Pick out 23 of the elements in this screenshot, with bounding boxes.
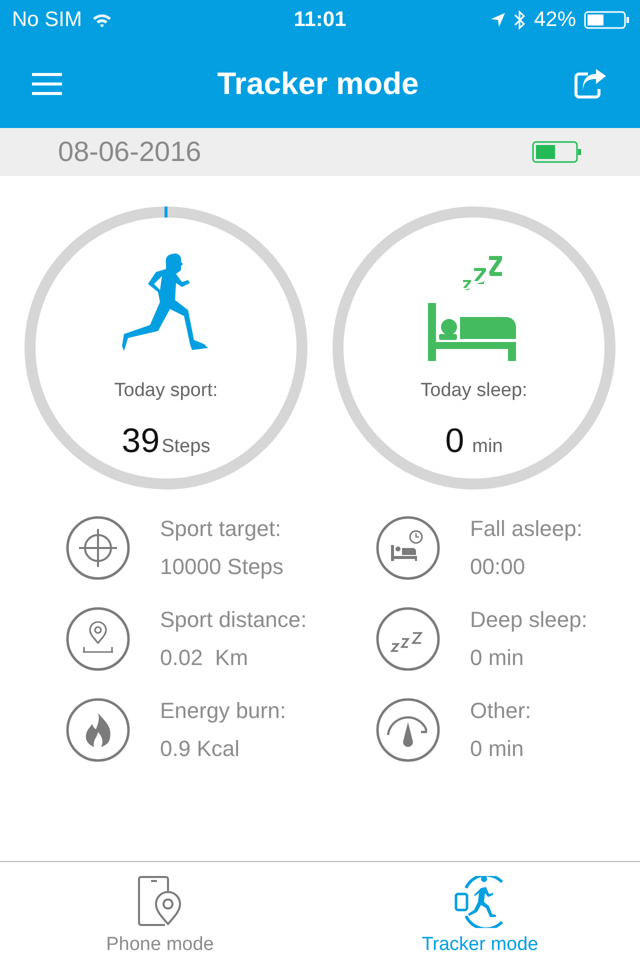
stat-value: 10000 Steps xyxy=(160,554,284,580)
stat-label: Other: xyxy=(470,698,532,724)
stat-label: Energy burn: xyxy=(160,698,286,724)
date-text: 08-06-2016 xyxy=(58,136,202,168)
stat-value: 0.9 Kcal xyxy=(160,736,240,762)
value-text: 39 xyxy=(122,422,160,461)
battery-percent-text: 42% xyxy=(534,8,576,32)
unit-text: min xyxy=(472,436,503,458)
value-text: 0 xyxy=(445,422,464,461)
stat-value: 0.02 Km xyxy=(160,645,250,671)
stat-label: Sport distance: xyxy=(160,607,307,633)
stat-label: Fall asleep: xyxy=(470,516,583,542)
unit-text: Steps xyxy=(162,436,210,458)
ring-label: Today sleep: xyxy=(420,380,528,402)
clock-text: 11:01 xyxy=(294,8,346,32)
page-title: Tracker mode xyxy=(217,66,419,102)
stat-value: 00:00 xyxy=(470,554,526,580)
stat-label: Sport target: xyxy=(160,516,282,542)
carrier-text: No SIM xyxy=(12,8,82,32)
stat-value: 0 min xyxy=(470,736,525,762)
stat-label: Deep sleep: xyxy=(470,607,588,633)
ring-label: Today sport: xyxy=(114,380,218,402)
stat-value: 0 min xyxy=(470,645,525,671)
